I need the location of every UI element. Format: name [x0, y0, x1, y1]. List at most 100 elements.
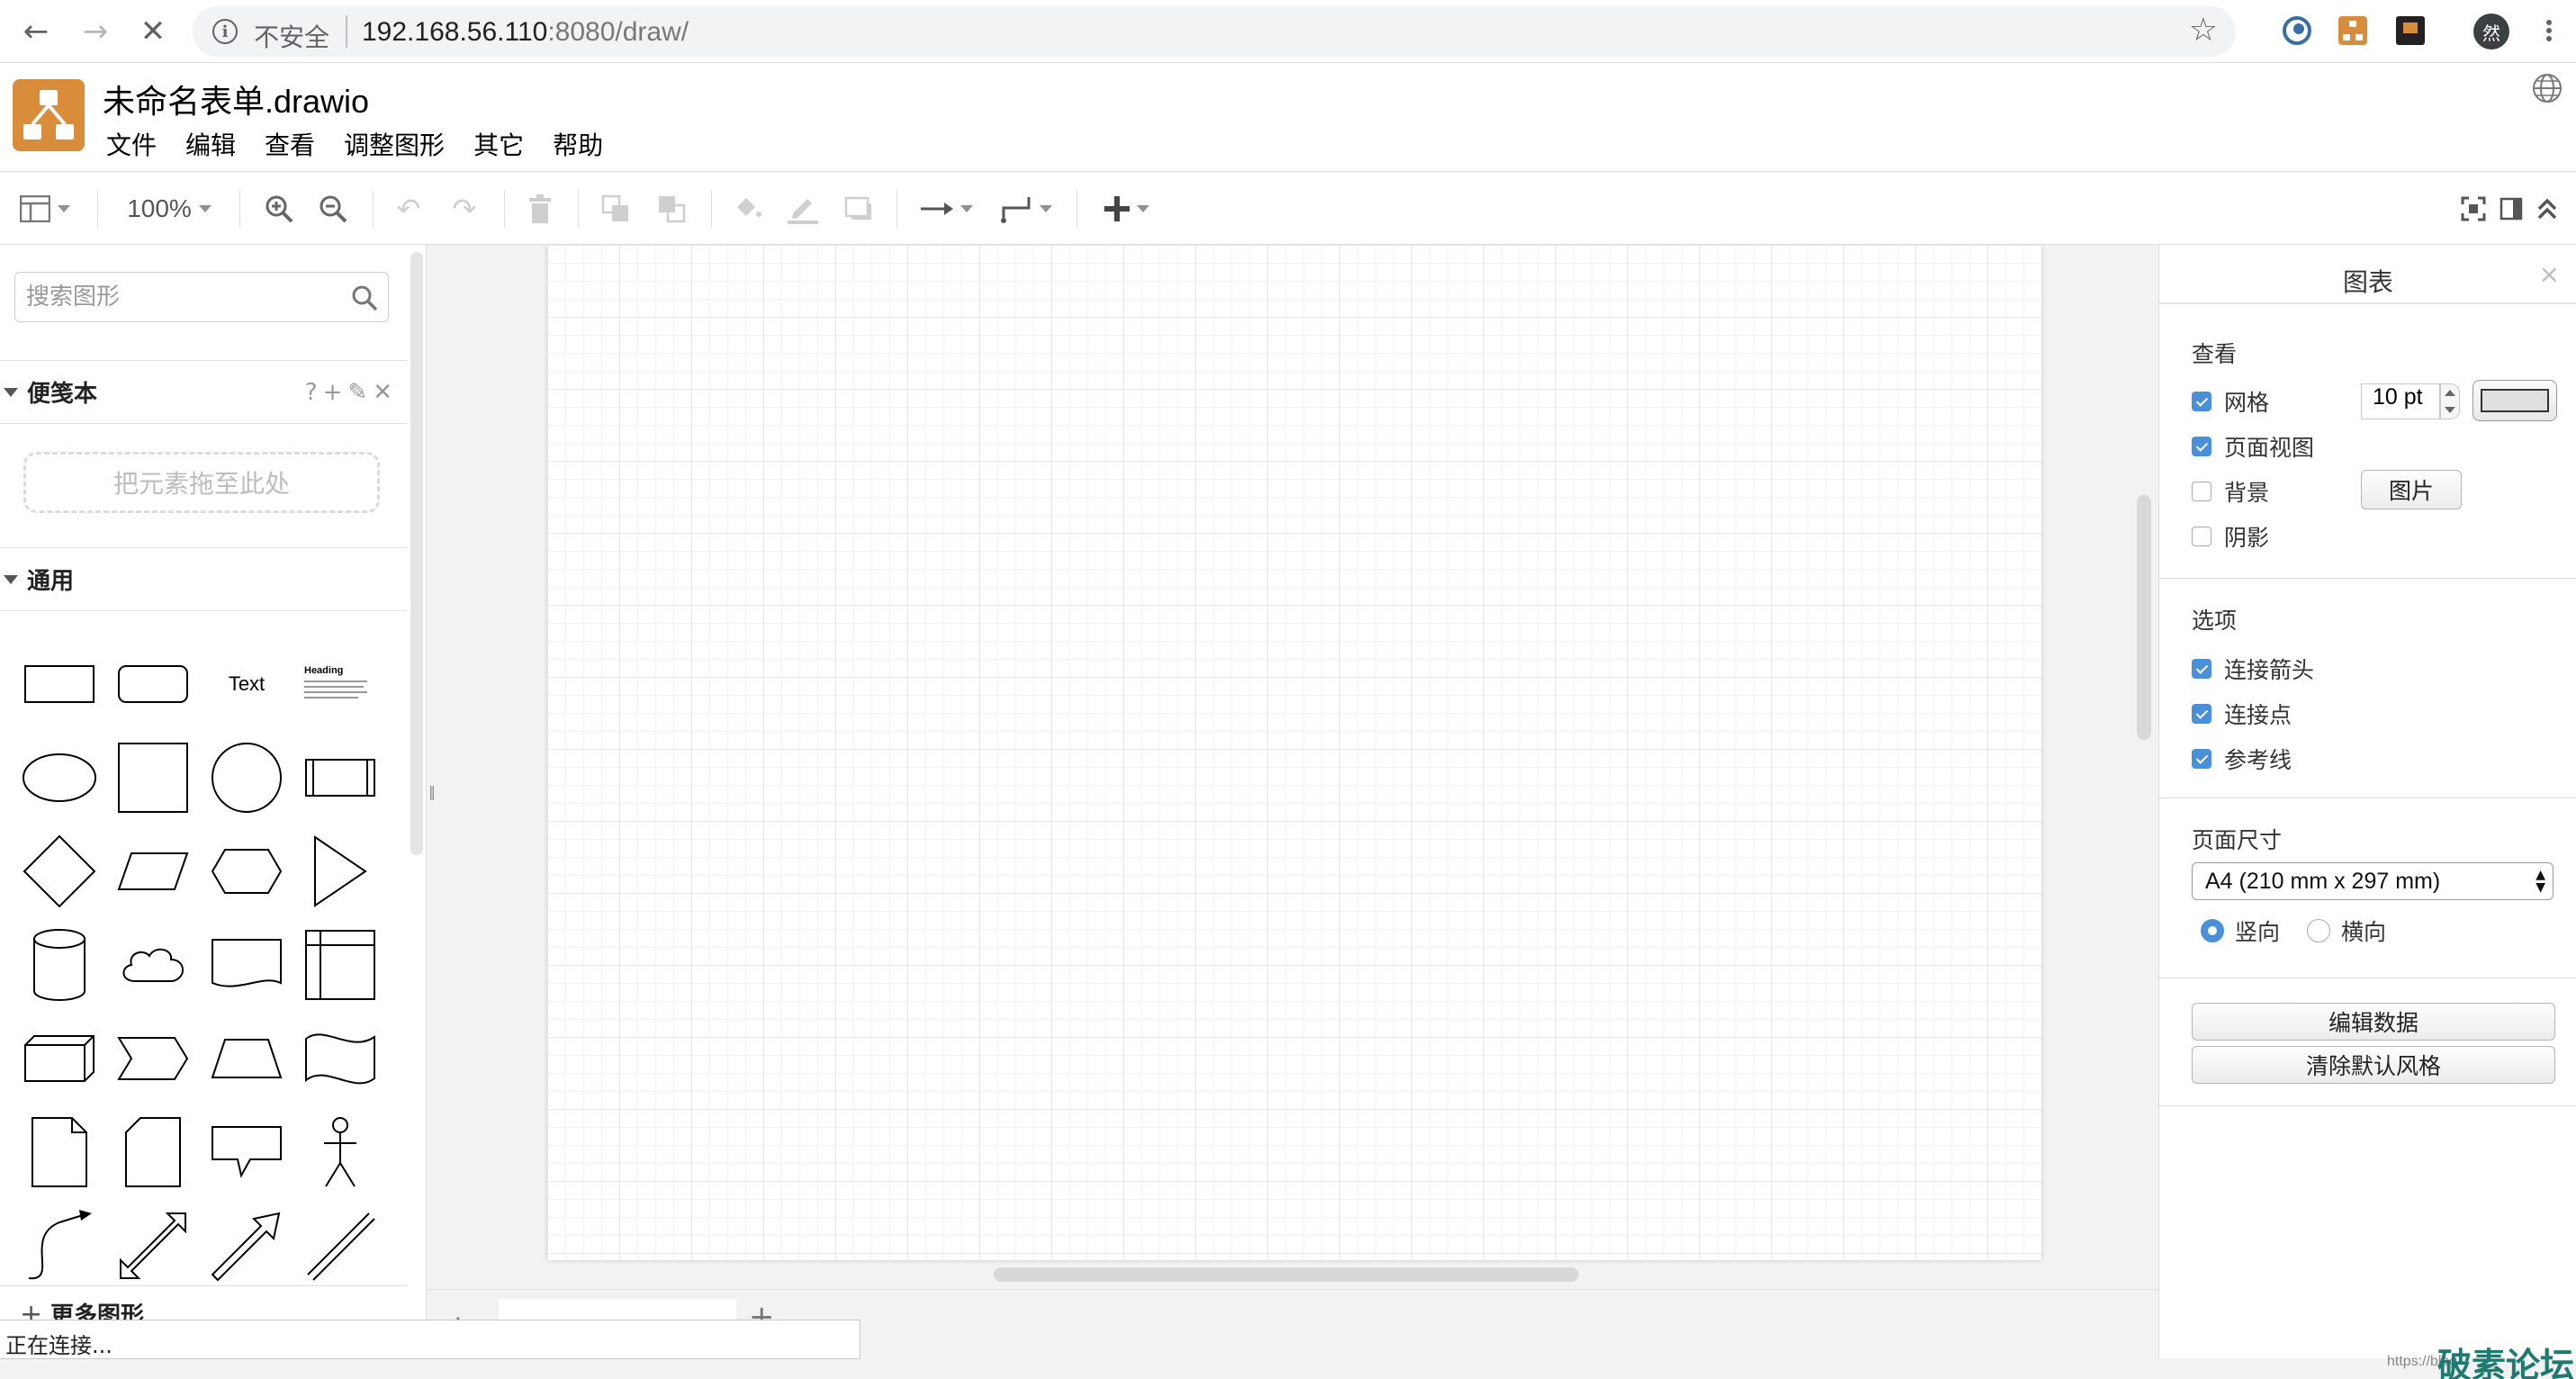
text-shape[interactable]: Text	[200, 637, 293, 731]
connection-arrows-option[interactable]: 连接箭头	[2192, 655, 2314, 683]
menu-file[interactable]: 文件	[106, 126, 157, 162]
grid-color-button[interactable]	[2472, 380, 2557, 421]
zoom-out-button[interactable]	[315, 188, 351, 230]
zoom-in-button[interactable]	[261, 188, 297, 230]
square-shape[interactable]	[106, 731, 200, 825]
trapezoid-shape[interactable]	[200, 1012, 293, 1105]
cylinder-shape[interactable]	[13, 918, 106, 1012]
triangle-shape[interactable]	[293, 825, 387, 918]
menu-extras[interactable]: 其它	[473, 126, 524, 162]
menu-view[interactable]: 查看	[265, 126, 315, 162]
link-shape[interactable]	[293, 1199, 387, 1293]
vertical-scrollbar[interactable]	[2137, 495, 2151, 740]
zoom-dropdown[interactable]: 100%	[117, 188, 221, 230]
page-size-select[interactable]: A4 (210 mm x 297 mm) ▲ ▼	[2192, 862, 2553, 900]
step-shape[interactable]	[106, 1012, 200, 1105]
tape-shape[interactable]	[293, 1012, 387, 1105]
hexagon-shape[interactable]	[200, 825, 293, 918]
extension-dark-icon[interactable]	[2394, 14, 2427, 47]
grid-checkbox[interactable]	[2192, 392, 2211, 411]
close-icon[interactable]: ×	[2539, 259, 2560, 289]
portrait-option[interactable]: 竖向	[2201, 916, 2280, 945]
grid-option[interactable]: 网格	[2192, 388, 2269, 416]
help-icon[interactable]: ?	[305, 379, 318, 406]
portrait-radio[interactable]	[2201, 919, 2224, 942]
connection-arrows-checkbox[interactable]	[2192, 659, 2211, 679]
plus-icon[interactable]: +	[323, 379, 343, 406]
undo-icon[interactable]: ↶	[391, 188, 427, 230]
connection-points-checkbox[interactable]	[2192, 704, 2211, 724]
menu-arrange[interactable]: 调整图形	[344, 126, 445, 162]
background-checkbox[interactable]	[2192, 482, 2211, 501]
guides-checkbox[interactable]	[2192, 749, 2211, 769]
diagram-canvas[interactable]: ‖	[427, 245, 2158, 1289]
heading-shape[interactable]: Heading	[293, 637, 387, 731]
parallelogram-shape[interactable]	[106, 825, 200, 918]
shadow-checkbox[interactable]	[2192, 527, 2211, 546]
globe-icon[interactable]	[2531, 72, 2563, 104]
rounded-rectangle-shape[interactable]	[106, 637, 200, 731]
clear-default-style-button[interactable]: 清除默认风格	[2192, 1046, 2555, 1084]
sidebar-splitter[interactable]: ‖	[428, 783, 436, 801]
fill-color-button[interactable]	[729, 188, 765, 230]
guides-option[interactable]: 参考线	[2192, 745, 2292, 773]
url-text[interactable]: 192.168.56.110:8080/draw/	[362, 17, 689, 48]
address-bar[interactable]: i 不安全 192.168.56.110:8080/draw/ ☆	[193, 6, 2236, 57]
grid-size-input[interactable]: 10 pt	[2361, 383, 2440, 419]
connection-points-option[interactable]: 连接点	[2192, 700, 2292, 728]
waypoints-dropdown[interactable]	[995, 188, 1057, 230]
actor-shape[interactable]	[293, 1105, 387, 1199]
curve-connector-shape[interactable]	[13, 1199, 106, 1293]
shadow-button[interactable]	[841, 188, 877, 230]
extension-swirl-icon[interactable]	[2281, 14, 2313, 47]
info-icon[interactable]: i	[212, 19, 238, 44]
rectangle-shape[interactable]	[13, 637, 106, 731]
fullscreen-button[interactable]	[2457, 188, 2490, 230]
note-shape[interactable]	[13, 1105, 106, 1199]
scratchpad-drop-zone[interactable]: 把元素拖至此处	[23, 452, 380, 513]
more-vert-icon[interactable]	[2540, 11, 2558, 50]
page-view-option[interactable]: 页面视图	[2192, 433, 2314, 461]
bidirectional-arrow-shape[interactable]	[106, 1199, 200, 1293]
to-front-button[interactable]	[598, 188, 634, 230]
landscape-radio[interactable]	[2307, 919, 2330, 942]
scratchpad-header[interactable]: 便笺本 ? + ✎ ✕	[0, 360, 407, 423]
background-image-button[interactable]: 图片	[2361, 470, 2462, 509]
landscape-option[interactable]: 横向	[2307, 916, 2386, 945]
horizontal-scrollbar[interactable]	[994, 1267, 1579, 1282]
arrow-left-icon[interactable]: ←	[16, 12, 56, 51]
ellipse-shape[interactable]	[13, 731, 106, 825]
extension-drawio-icon[interactable]	[2337, 14, 2369, 47]
collapse-toolbar-button[interactable]	[2531, 188, 2563, 230]
close-icon[interactable]: ✕	[373, 379, 392, 406]
search-input[interactable]	[26, 282, 350, 312]
pencil-icon[interactable]: ✎	[347, 379, 367, 406]
grid-size-stepper[interactable]	[2440, 383, 2460, 419]
circle-shape[interactable]	[200, 731, 293, 825]
document-shape[interactable]	[200, 918, 293, 1012]
star-icon[interactable]: ☆	[2189, 12, 2218, 49]
search-icon[interactable]	[350, 284, 379, 312]
security-label[interactable]: 不安全	[254, 18, 329, 54]
general-shapes-header[interactable]: 通用	[0, 547, 407, 610]
edit-data-button[interactable]: 编辑数据	[2192, 1003, 2555, 1041]
cloud-shape[interactable]	[106, 918, 200, 1012]
card-shape[interactable]	[106, 1105, 200, 1199]
menu-help[interactable]: 帮助	[553, 126, 603, 162]
page-sheet[interactable]	[547, 245, 2041, 1260]
shadow-option[interactable]: 阴影	[2192, 523, 2269, 551]
process-shape[interactable]	[293, 731, 387, 825]
format-panel-toggle-button[interactable]	[13, 188, 77, 230]
avatar[interactable]: 然	[2473, 14, 2509, 50]
cube-shape[interactable]	[13, 1012, 106, 1105]
toggle-format-panel-button[interactable]	[2495, 188, 2527, 230]
redo-icon[interactable]: ↷	[446, 188, 482, 230]
diamond-shape[interactable]	[13, 825, 106, 918]
callout-shape[interactable]	[200, 1105, 293, 1199]
insert-dropdown[interactable]	[1096, 188, 1157, 230]
delete-button[interactable]	[522, 188, 558, 230]
document-title[interactable]: 未命名表单.drawio	[103, 76, 369, 122]
arrow-right-icon[interactable]: →	[76, 12, 115, 51]
close-icon[interactable]: ✕	[133, 12, 173, 51]
background-option[interactable]: 背景	[2192, 478, 2269, 506]
